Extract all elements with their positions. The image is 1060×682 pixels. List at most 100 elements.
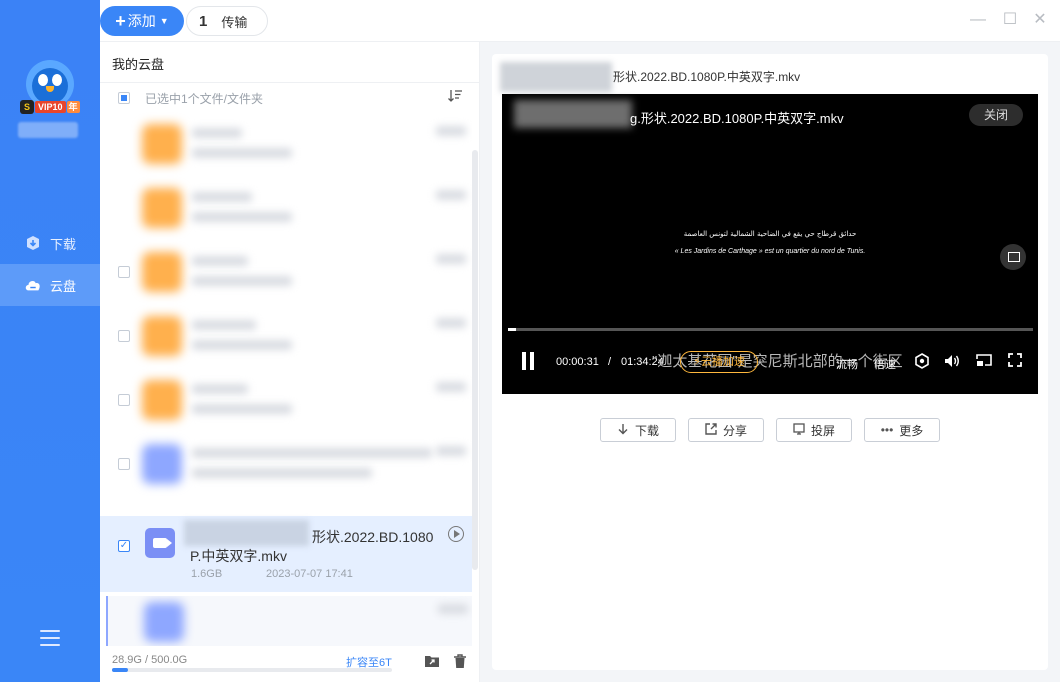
list-item[interactable] — [100, 240, 472, 304]
folder-icon — [142, 316, 182, 356]
selection-text: 已选中1个文件/文件夹 — [145, 91, 264, 106]
title-blurred — [500, 62, 612, 92]
preview-panel: 形状.2022.BD.1080P.中英双字.mkv g.形状.2022.BD.1… — [492, 54, 1048, 670]
transfer-count: 1 — [199, 12, 208, 30]
preview-actions: 下载 分享 投屏 ••• 更多 — [600, 418, 940, 442]
vip-badge[interactable]: S VIP10 年 — [20, 100, 80, 114]
progress-bar[interactable] — [508, 328, 1033, 331]
download-label: 下载 — [634, 423, 659, 438]
row-checkbox[interactable] — [118, 458, 130, 470]
time-current: 00:00:31 — [556, 356, 599, 368]
download-button[interactable]: 下载 — [600, 418, 676, 442]
subtitle-french: « Les Jardins de Carthage » est un quart… — [674, 248, 866, 255]
close-player-button[interactable]: 关闭 — [969, 104, 1023, 126]
sidebar-item-label: 云盘 — [50, 278, 77, 294]
cast-icon — [793, 422, 805, 438]
selected-file-row[interactable]: 形状.2022.BD.1080 P.中英双字.mkv 1.6GB 2023-07… — [100, 516, 472, 592]
row-checkbox[interactable] — [118, 394, 130, 406]
sidebar-item-cloud[interactable]: 云盘 — [0, 264, 100, 306]
trash-icon[interactable] — [452, 654, 468, 670]
minimize-icon[interactable]: — — [970, 12, 986, 28]
breadcrumb[interactable]: 我的云盘 — [112, 54, 164, 73]
add-label: 添加 — [127, 13, 156, 29]
storage-bar — [112, 668, 392, 672]
video-file-icon — [145, 528, 175, 558]
menu-icon[interactable] — [40, 630, 60, 648]
cast-label: 投屏 — [810, 423, 835, 438]
vip-year: 年 — [66, 101, 80, 113]
row-checkbox[interactable] — [118, 330, 130, 342]
subtitle-arabic: حدائق قرطاج حي يقع في الضاحية الشمالية ل… — [683, 230, 857, 238]
preview-title: 形状.2022.BD.1080P.中英双字.mkv — [613, 70, 801, 84]
folder-icon — [142, 252, 182, 292]
storage-bar-fill — [112, 668, 129, 672]
player-title: g.形状.2022.BD.1080P.中英双字.mkv — [630, 111, 844, 126]
select-all-checkbox[interactable] — [118, 92, 130, 104]
list-item[interactable] — [106, 596, 472, 646]
screen-cast-icon[interactable] — [1000, 244, 1026, 270]
add-button[interactable]: + 添加 ▼ — [100, 6, 184, 36]
time-separator: / — [608, 356, 612, 368]
speed-button[interactable]: 倍速 — [874, 356, 896, 372]
picture-in-picture-icon[interactable] — [976, 353, 992, 369]
progress-fill — [508, 328, 516, 331]
sort-icon[interactable] — [448, 90, 464, 106]
transfer-label: 传输 — [221, 14, 248, 30]
folder-icon — [142, 188, 182, 228]
settings-icon[interactable] — [914, 353, 930, 369]
list-item[interactable] — [100, 112, 472, 176]
caret-down-icon: ▼ — [159, 16, 169, 26]
play-icon[interactable] — [448, 526, 464, 542]
more-icon: ••• — [880, 423, 894, 437]
video-file-icon — [144, 602, 184, 642]
vip-level: VIP10 — [35, 101, 66, 113]
cloud-icon — [24, 276, 42, 294]
filename-blurred — [184, 520, 309, 546]
transfer-button[interactable]: 1 传输 — [186, 6, 268, 36]
download-icon — [617, 423, 629, 438]
selection-bar: 已选中1个文件/文件夹 — [118, 90, 468, 106]
sidebar-item-label: 下载 — [50, 236, 77, 252]
app-window: S VIP10 年 下载 云盘 + 添加 ▼ 1 传输 — ☐ ✕ 我的云盘 已… — [0, 0, 1060, 682]
download-icon — [24, 234, 42, 252]
share-button[interactable]: 分享 — [688, 418, 764, 442]
sidebar: S VIP10 年 下载 云盘 — [0, 0, 100, 682]
video-player[interactable]: g.形状.2022.BD.1080P.中英双字.mkv 关闭 حدائق قرط… — [502, 94, 1038, 394]
file-list — [100, 112, 472, 522]
list-item[interactable] — [100, 304, 472, 368]
list-item[interactable] — [100, 432, 472, 496]
username-blurred — [18, 122, 78, 138]
video-file-icon — [142, 444, 182, 484]
player-controls: 00:00:31 / 01:34:24 "迦太基花园"是突尼斯北部的一个街区 ⚡… — [502, 346, 1038, 376]
share-label: 分享 — [722, 423, 747, 438]
share-icon — [705, 422, 717, 438]
cast-button[interactable]: 投屏 — [776, 418, 852, 442]
pause-icon[interactable] — [520, 352, 536, 370]
file-date: 2023-07-07 17:41 — [266, 568, 353, 580]
file-panel: 我的云盘 已选中1个文件/文件夹 ✓ 形状.2022.BD.1080 P.中英双… — [100, 42, 480, 682]
file-name-continued: P.中英双字.mkv — [190, 548, 287, 564]
list-item[interactable] — [100, 368, 472, 432]
volume-icon[interactable] — [944, 353, 960, 369]
vip-s-icon: S — [20, 100, 34, 114]
folder-icon — [142, 124, 182, 164]
file-name: 形状.2022.BD.1080 — [312, 529, 434, 545]
storage-usage: 28.9G / 500.0G — [112, 654, 188, 666]
plus-icon: + — [115, 10, 126, 31]
file-size: 1.6GB — [191, 568, 223, 580]
sidebar-item-download[interactable]: 下载 — [0, 222, 100, 264]
more-button[interactable]: ••• 更多 — [864, 418, 940, 442]
row-checkbox[interactable] — [118, 266, 130, 278]
move-folder-icon[interactable] — [424, 654, 440, 670]
fullscreen-icon[interactable] — [1007, 353, 1023, 369]
row-checkbox[interactable] — [118, 540, 130, 552]
quality-button[interactable]: 流畅 — [836, 356, 858, 372]
cloud-accelerate-button[interactable]: ⚡云播加速 — [680, 351, 758, 373]
more-label: 更多 — [899, 423, 924, 438]
close-icon[interactable]: ✕ — [1032, 12, 1048, 28]
folder-icon — [142, 380, 182, 420]
scrollbar[interactable] — [472, 150, 478, 570]
maximize-icon[interactable]: ☐ — [1002, 12, 1018, 28]
list-item[interactable] — [100, 176, 472, 240]
top-bar: + 添加 ▼ 1 传输 — ☐ ✕ — [100, 0, 1060, 42]
